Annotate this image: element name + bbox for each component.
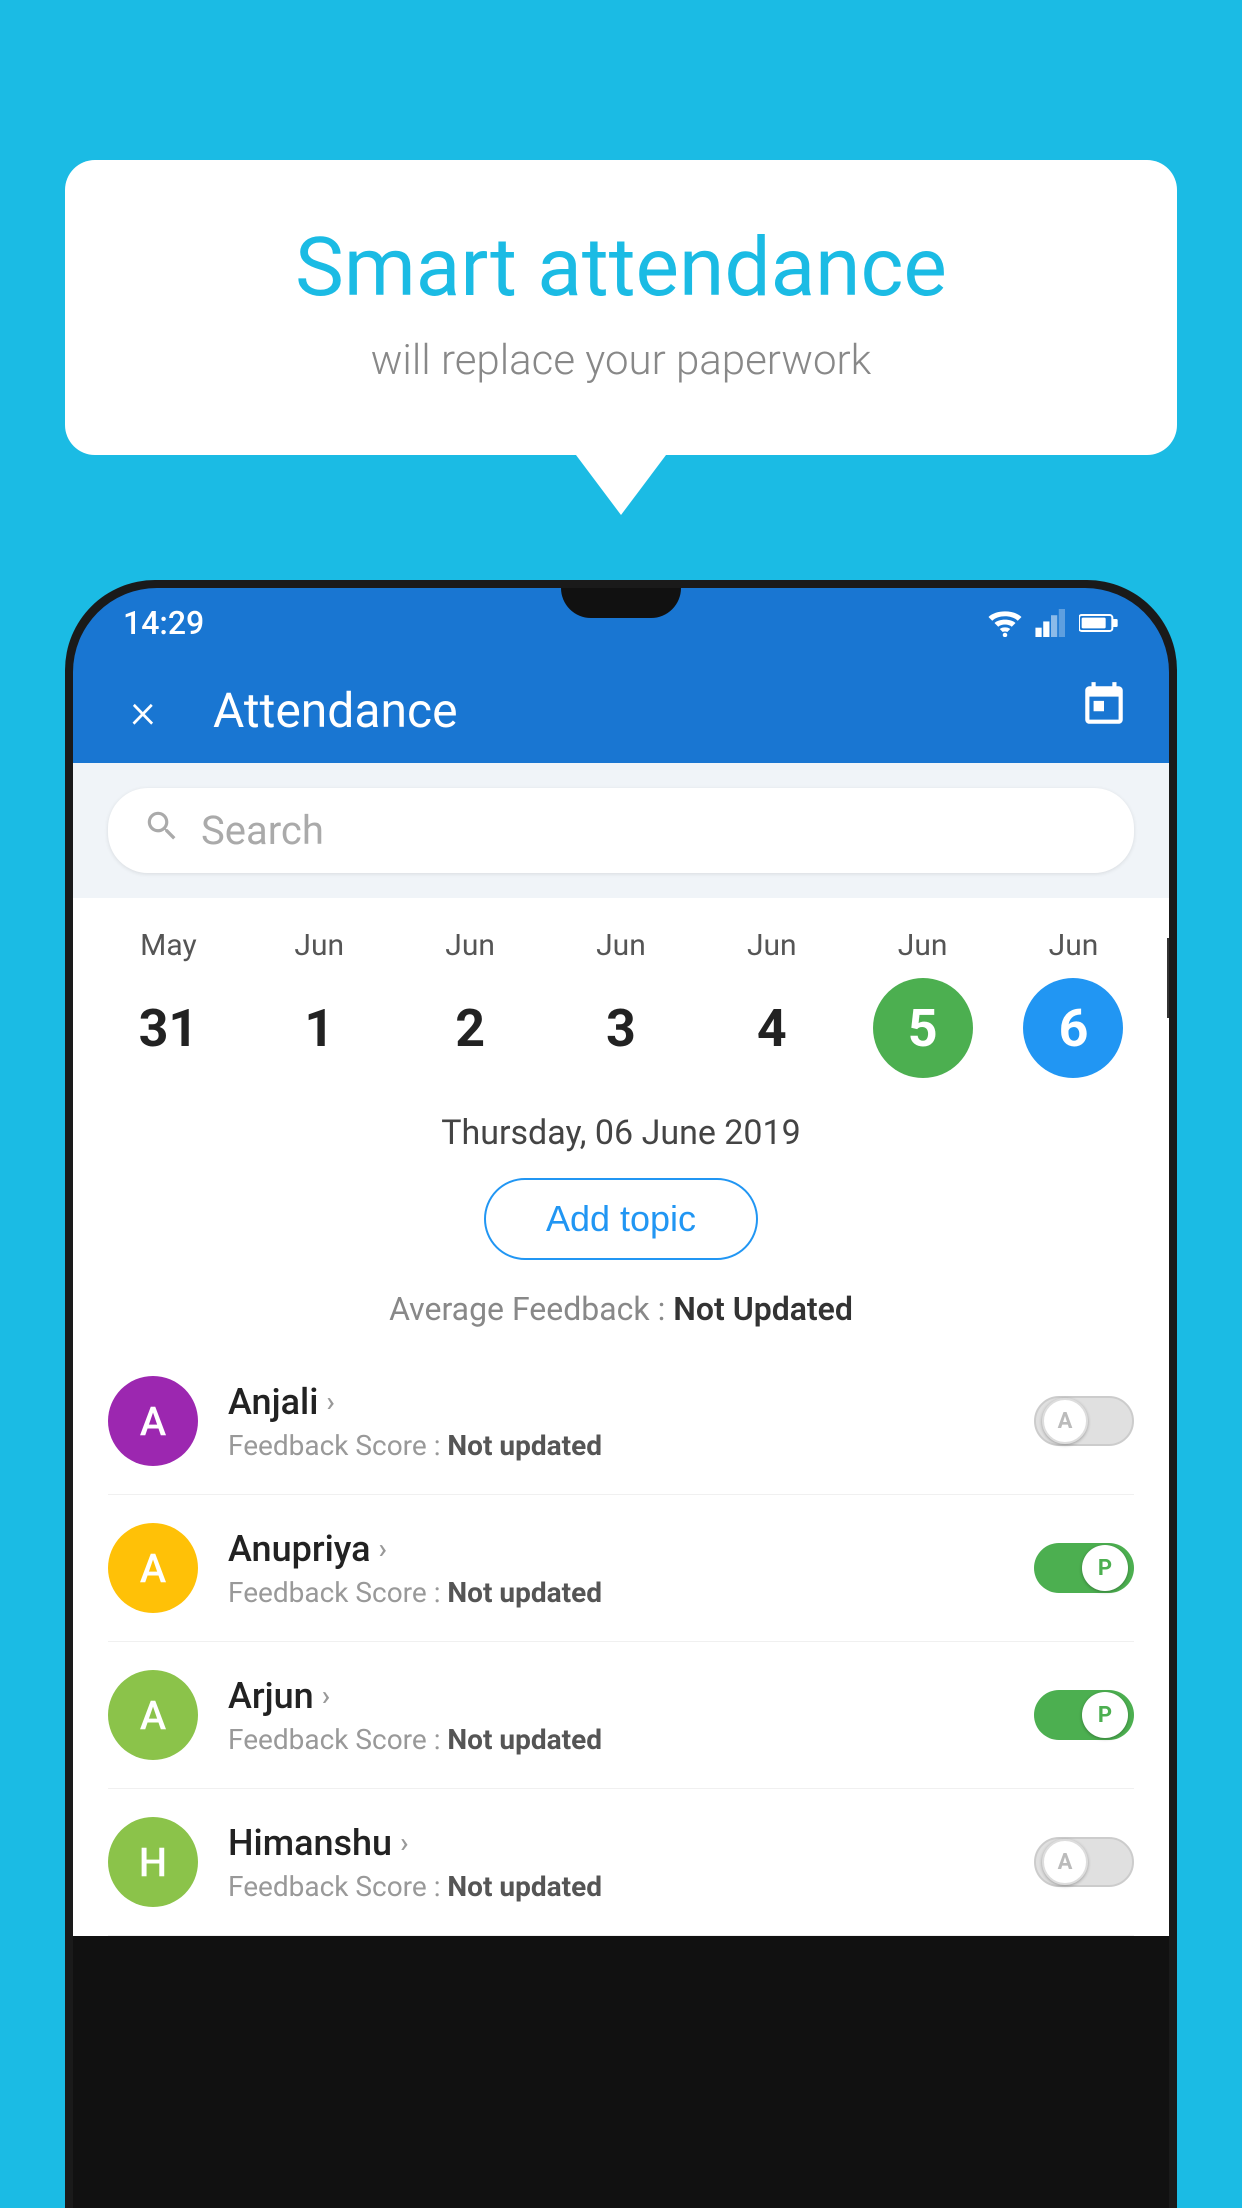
toggle-knob-3: A [1042,1839,1088,1885]
student-avatar-3: H [108,1817,198,1907]
cal-date-5[interactable]: 5 [873,978,973,1078]
student-feedback-1: Feedback Score : Not updated [228,1576,1004,1609]
student-feedback-0: Feedback Score : Not updated [228,1429,1004,1462]
add-topic-container: Add topic [73,1168,1169,1280]
calendar-day-6[interactable]: Jun 6 [1008,928,1138,1078]
notch [561,588,681,618]
battery-icon [1079,612,1119,634]
close-button[interactable]: × [113,687,173,735]
phone-inner: 14:29 [73,588,1169,2208]
signal-icon [1035,609,1067,637]
calendar-day-31[interactable]: May 31 [103,928,233,1078]
toggle-3[interactable]: A [1034,1837,1134,1887]
speech-bubble-container: Smart attendance will replace your paper… [65,160,1177,515]
chevron-icon-3: › [400,1826,408,1859]
calendar-day-2[interactable]: Jun 2 [405,928,535,1078]
speech-bubble-arrow [576,455,666,515]
student-avatar-1: A [108,1523,198,1613]
chevron-icon-2: › [322,1679,330,1712]
student-info-2[interactable]: Arjun › Feedback Score : Not updated [228,1675,1004,1756]
content-area: Search May 31 Jun 1 Jun 2 Jun 3 Jun 4 Jun 5 Jun 6 Thu… [73,763,1169,1936]
phone-frame: 14:29 [65,580,1177,2208]
cal-date-2[interactable]: 2 [420,978,520,1078]
calendar-icon[interactable] [1079,680,1129,741]
chevron-icon-1: › [379,1532,387,1565]
student-info-0[interactable]: Anjali › Feedback Score : Not updated [228,1381,1004,1462]
toggle-knob-0: A [1042,1398,1088,1444]
add-topic-button[interactable]: Add topic [484,1178,758,1260]
search-icon [143,807,181,855]
toggle-2[interactable]: P [1034,1690,1134,1740]
status-bar-time: 14:29 [123,604,204,642]
avg-feedback-label: Average Feedback : [389,1290,665,1328]
calendar-day-1[interactable]: Jun 1 [254,928,384,1078]
chevron-icon-0: › [326,1385,334,1418]
search-placeholder: Search [201,807,324,854]
calendar-day-5[interactable]: Jun 5 [858,928,988,1078]
speech-bubble-subtitle: will replace your paperwork [145,336,1097,385]
selected-date-label: Thursday, 06 June 2019 [73,1093,1169,1168]
toggle-knob-1: P [1082,1545,1128,1591]
cal-month-4: Jun [747,928,797,963]
search-bar[interactable]: Search [108,788,1134,873]
status-bar-icons [987,609,1119,637]
student-name-0[interactable]: Anjali › [228,1381,1004,1423]
cal-date-4[interactable]: 4 [722,978,822,1078]
student-item-0: A Anjali › Feedback Score : Not updated A [108,1348,1134,1495]
cal-month-0: May [140,928,196,963]
wifi-icon [987,609,1023,637]
toggle-knob-2: P [1082,1692,1128,1738]
cal-date-1[interactable]: 1 [269,978,369,1078]
avg-feedback-value: Not Updated [673,1290,853,1328]
speech-bubble: Smart attendance will replace your paper… [65,160,1177,455]
student-avatar-0: A [108,1376,198,1466]
cal-month-2: Jun [445,928,495,963]
cal-month-3: Jun [596,928,646,963]
status-bar: 14:29 [73,588,1169,658]
cal-date-31[interactable]: 31 [118,978,218,1078]
search-container: Search [73,763,1169,898]
average-feedback: Average Feedback : Not Updated [73,1280,1169,1348]
student-feedback-3: Feedback Score : Not updated [228,1870,1004,1903]
cal-date-3[interactable]: 3 [571,978,671,1078]
calendar-day-4[interactable]: Jun 4 [707,928,837,1078]
side-button-right [1167,938,1169,1018]
cal-month-5: Jun [898,928,948,963]
cal-date-6[interactable]: 6 [1023,978,1123,1078]
toggle-1[interactable]: P [1034,1543,1134,1593]
student-item-3: H Himanshu › Feedback Score : Not updated A [108,1789,1134,1936]
toggle-0[interactable]: A [1034,1396,1134,1446]
student-name-3[interactable]: Himanshu › [228,1822,1004,1864]
student-item-2: A Arjun › Feedback Score : Not updated P [108,1642,1134,1789]
student-name-1[interactable]: Anupriya › [228,1528,1004,1570]
student-feedback-2: Feedback Score : Not updated [228,1723,1004,1756]
student-info-3[interactable]: Himanshu › Feedback Score : Not updated [228,1822,1004,1903]
calendar-strip: May 31 Jun 1 Jun 2 Jun 3 Jun 4 Jun 5 Jun 6 [73,898,1169,1093]
student-list: AAnjali ›Feedback Score : Not updatedAAA… [73,1348,1169,1936]
app-bar: × Attendance [73,658,1169,763]
app-bar-title: Attendance [173,682,1079,739]
student-avatar-2: A [108,1670,198,1760]
student-item-1: A Anupriya › Feedback Score : Not updated P [108,1495,1134,1642]
cal-month-1: Jun [294,928,344,963]
speech-bubble-title: Smart attendance [145,220,1097,316]
student-info-1[interactable]: Anupriya › Feedback Score : Not updated [228,1528,1004,1609]
calendar-day-3[interactable]: Jun 3 [556,928,686,1078]
student-name-2[interactable]: Arjun › [228,1675,1004,1717]
cal-month-6: Jun [1049,928,1099,963]
